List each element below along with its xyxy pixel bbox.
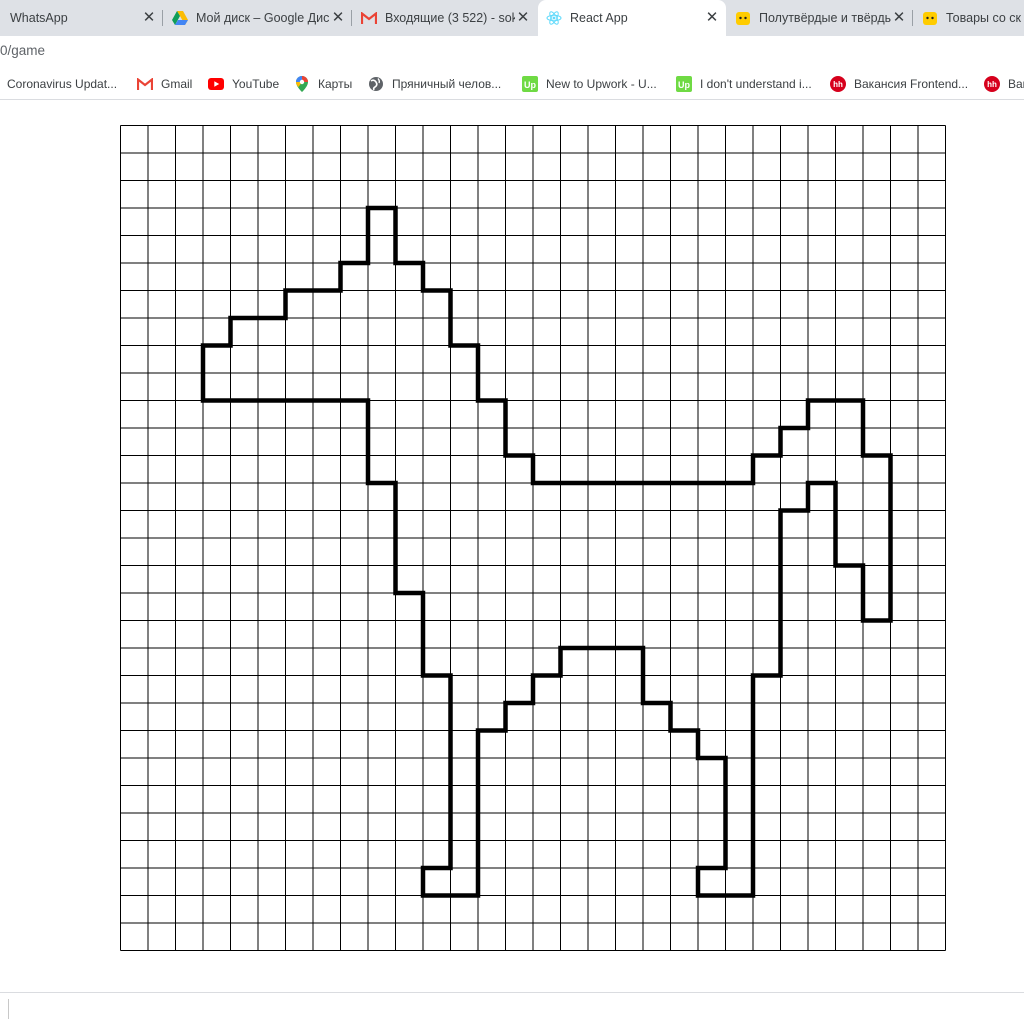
svg-text:hh: hh xyxy=(833,80,843,89)
bookmark-maps[interactable]: Карты xyxy=(294,75,352,93)
bookmark-hh-2[interactable]: hh Вак xyxy=(984,75,1024,93)
tab-separator xyxy=(162,10,163,26)
bookmark-label: YouTube xyxy=(232,77,280,91)
bottom-bar xyxy=(0,992,1024,1025)
svg-text:hh: hh xyxy=(987,80,997,89)
bookmark-gingerbread[interactable]: Пряничный челов... xyxy=(368,75,501,93)
divider xyxy=(8,999,9,1019)
svg-text:Up: Up xyxy=(678,80,690,90)
tab-yandex-market-2[interactable]: Товары со ск xyxy=(914,0,1024,36)
tab-title: Входящие (3 522) - sok xyxy=(385,11,515,25)
bookmarks-bar: Coronavirus Updat... Gmail YouTube Карты… xyxy=(0,68,1024,100)
bookmark-upwork-1[interactable]: Up New to Upwork - U... xyxy=(522,75,657,93)
bookmark-coronavirus[interactable]: Coronavirus Updat... xyxy=(7,75,117,93)
maps-pin-icon xyxy=(294,76,310,92)
upwork-icon: Up xyxy=(522,76,538,92)
yandex-market-icon xyxy=(735,10,751,26)
globe-icon xyxy=(368,76,384,92)
bookmark-youtube[interactable]: YouTube xyxy=(208,75,279,93)
tab-google-drive[interactable]: Мой диск – Google Диск ✕ xyxy=(164,0,352,36)
bookmark-hh-1[interactable]: hh Вакансия Frontend... xyxy=(830,75,968,93)
gmail-icon xyxy=(137,76,153,92)
close-icon[interactable]: ✕ xyxy=(330,10,346,26)
grid-lines xyxy=(120,125,946,951)
upwork-icon: Up xyxy=(676,76,692,92)
close-icon[interactable]: ✕ xyxy=(704,10,720,26)
gmail-icon xyxy=(361,10,377,26)
tab-title: WhatsApp xyxy=(10,11,68,25)
tab-title: React App xyxy=(570,11,628,25)
bookmark-upwork-2[interactable]: Up I don't understand i... xyxy=(676,75,812,93)
bookmark-label: Gmail xyxy=(161,77,193,91)
game-board[interactable] xyxy=(120,125,946,951)
tab-react-app[interactable]: React App ✕ xyxy=(538,0,726,36)
tab-gmail[interactable]: Входящие (3 522) - sok ✕ xyxy=(353,0,537,36)
tab-strip: WhatsApp ✕ Мой диск – Google Диск ✕ Вход… xyxy=(0,0,1024,36)
tab-whatsapp[interactable]: WhatsApp ✕ xyxy=(0,0,163,36)
bookmark-label: Пряничный челов... xyxy=(392,77,502,91)
close-icon[interactable]: ✕ xyxy=(141,10,157,26)
youtube-icon xyxy=(208,76,224,92)
bookmark-gmail[interactable]: Gmail xyxy=(137,75,192,93)
tab-title: Мой диск – Google Диск xyxy=(196,11,330,25)
tab-separator xyxy=(351,10,352,26)
yandex-market-icon xyxy=(922,10,938,26)
tab-title: Полутвёрдые и твёрдые xyxy=(759,11,891,25)
close-icon[interactable]: ✕ xyxy=(891,10,907,26)
tab-yandex-market[interactable]: Полутвёрдые и твёрдые ✕ xyxy=(727,0,913,36)
bookmark-label: Вакансия Frontend... xyxy=(854,77,969,91)
bookmark-label: Карты xyxy=(318,77,353,91)
drawn-outline xyxy=(200,205,893,898)
url-text[interactable]: 0/game xyxy=(0,43,45,58)
svg-text:Up: Up xyxy=(524,80,536,90)
tab-title: Товары со ск xyxy=(946,11,1022,25)
google-drive-icon xyxy=(172,10,188,26)
hh-icon: hh xyxy=(984,76,1000,92)
bookmark-label: Вак xyxy=(1008,77,1024,91)
react-icon xyxy=(546,10,562,26)
address-bar[interactable]: 0/game xyxy=(0,36,1024,68)
hh-icon: hh xyxy=(830,76,846,92)
bookmark-label: Coronavirus Updat... xyxy=(7,77,118,91)
bookmark-label: New to Upwork - U... xyxy=(546,77,657,91)
bookmark-label: I don't understand i... xyxy=(700,77,812,91)
close-icon[interactable]: ✕ xyxy=(515,10,531,26)
tab-separator xyxy=(912,10,913,26)
